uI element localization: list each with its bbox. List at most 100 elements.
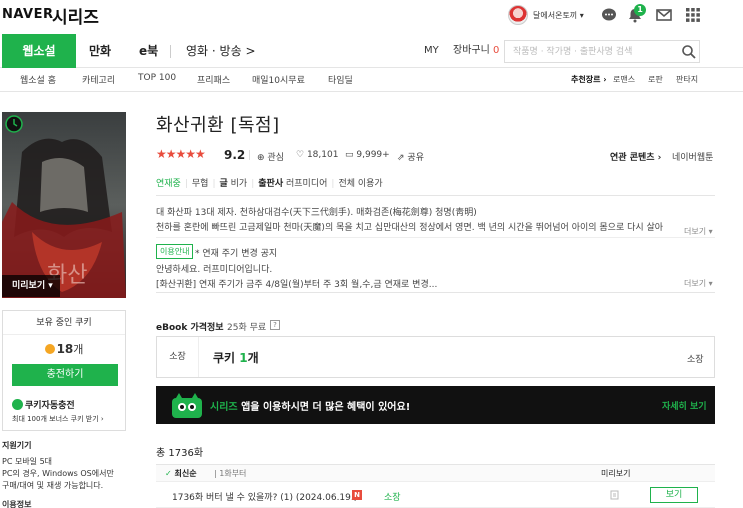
subnav-webnovel-home[interactable]: 웹소설 홈 [20,73,56,86]
avatar[interactable] [508,5,528,25]
share-button[interactable]: ⇗ 공유 [397,150,424,163]
app-promo-banner[interactable]: 시리즈 앱을 이용하시면 더 많은 혜택이 있어요! 자세히 보기 [156,386,715,424]
tab-movie-broadcast[interactable]: 영화 · 방송 > [186,34,256,68]
naver-logo[interactable]: NAVER [2,7,54,22]
notice-line-1: 안녕하세요. 러프미디어입니다. [156,265,273,275]
genre-fantasy[interactable]: 판타지 [676,74,698,85]
search-box [504,40,700,63]
device-line-3: 구매/대여 및 재생 가능합니다. [2,481,104,490]
rating-score: 9.2 [224,148,246,162]
page-title: 화산귀환 [독점] [156,115,280,136]
like-button[interactable]: ♡ 18,101 [296,150,338,160]
device-title: 지원기기 [2,441,32,450]
nav-divider [170,45,171,58]
cookie-amount: 18개 [3,341,125,357]
user-name[interactable]: 달에서온토끼 ▾ [533,10,584,21]
notice-more-link[interactable]: 더보기 ▾ [684,278,713,289]
divider [156,237,715,238]
usage-info-title: 이용정보 [2,500,32,508]
auto-charge-sub[interactable]: 최대 100개 보너스 쿠키 받기 › [12,414,104,424]
book-info-line: 연재중 | 무협 | 글 비가 | 출판사 러프미디어 | 전체 이용가 [156,179,383,189]
comment-icon: ▭ [345,150,354,160]
age-rating: 전체 이용가 [338,179,383,189]
device-line-1: PC 모바일 5대 [2,457,53,466]
mascot-icon [172,393,202,418]
recommended-genre-label: 추천장르 › [571,75,607,84]
charge-button[interactable]: 충전하기 [12,364,118,386]
heart-icon: ♡ [296,150,305,160]
related-content-label: 연관 콘텐츠 › [610,153,662,163]
auto-charge-link[interactable]: 쿠키자동충전 [12,398,75,411]
notice-tag: 이용안내 [156,244,194,259]
episode-total: 총 1736화 [156,448,204,459]
sub-nav: 웹소설 홈 카테고리 TOP 100 프리패스 매일10시무료 타임딜 추천장르… [0,68,743,92]
tab-webnovel[interactable]: 웹소설 [2,34,76,68]
subnav-timedeal[interactable]: 타임딜 [328,73,353,86]
banner-detail-link[interactable]: 자세히 보기 [662,399,707,412]
top-bar: NAVER 시리즈 달에서온토끼 ▾ 1 [0,0,743,34]
banner-text: 시리즈 앱을 이용하시면 더 많은 혜택이 있어요! [210,402,411,413]
plus-circle-icon: ⊕ [257,153,265,163]
mail-icon[interactable] [656,7,672,23]
subnav-category[interactable]: 카테고리 [82,73,115,86]
cart-count: 0 [493,45,500,56]
genre-romance[interactable]: 로맨스 [613,74,635,85]
genre-link[interactable]: 무협 [192,179,209,189]
share-icon: ⇗ [397,153,405,163]
synopsis-line-2: 천하를 혼란에 빠뜨린 고금제일마 천마(天魔)의 목을 치고 십만대산의 정상… [156,223,664,233]
view-button[interactable]: 보기 [650,487,698,503]
main-nav: 웹소설 만화 e북 영화 · 방송 > MY 장바구니 0 [0,34,743,68]
cookie-header: 보유 중인 쿠키 [3,311,125,335]
episode-list-header: ✓ 최신순 | 1화부터 미리보기 [156,464,715,482]
talk-icon[interactable] [601,7,617,23]
chevron-right-icon: > [245,44,256,58]
price-value: 쿠키 1개 [213,351,259,365]
divider [156,195,715,196]
subnav-freepass[interactable]: 프리패스 [197,73,230,86]
my-link[interactable]: MY [424,34,439,68]
publisher-link[interactable]: 러프미디어 [286,179,327,189]
book-cover[interactable]: 화산 [2,112,126,298]
search-icon[interactable] [681,44,697,60]
tab-ebook[interactable]: e북 [139,34,158,68]
synopsis-line-1: 대 화산파 13대 제자. 천하삼대검수(天下三代劍手). 매화검존(梅花劍尊)… [156,208,477,218]
ebook-free-count: 25화 무료 [227,323,267,333]
new-badge: N [352,490,362,500]
apps-grid-icon[interactable] [685,7,701,23]
genre-rofan[interactable]: 로판 [648,74,663,85]
list-item[interactable]: 1736화 버터 낼 수 있을까? (1) (2024.06.19.) N 소장… [156,482,715,508]
tab-comic[interactable]: 만화 [89,34,111,68]
preview-icon[interactable] [610,490,620,500]
synopsis-more-link[interactable]: 더보기 ▾ [684,226,713,237]
rating-stars: ★★★★★ [156,147,206,161]
help-icon[interactable]: ? [270,320,280,330]
notification-badge: 1 [634,4,646,16]
subnav-daily-free[interactable]: 매일10시무료 [252,73,305,86]
author-link[interactable]: 비가 [231,179,248,189]
price-own-label: 소장 [687,355,704,365]
price-label: 소장 [157,337,199,377]
divider [156,292,715,293]
preview-column-header: 미리보기 [601,469,631,478]
subnav-top100[interactable]: TOP 100 [138,73,176,83]
sort-from-first[interactable]: | 1화부터 [214,468,246,479]
notice-line-2: [화산귀환] 연재 주기가 금주 4/8일(월)부터 주 3회 월,수,금 연재… [156,280,438,290]
cart-link[interactable]: 장바구니 0 [453,34,499,68]
cookie-box: 보유 중인 쿠키 18개 충전하기 쿠키자동충전 최대 100개 보너스 쿠키 … [2,310,126,431]
ebook-price-title: eBook 가격정보 [156,323,224,333]
meta-divider [249,150,250,160]
interest-button[interactable]: ⊕ 관심 [257,150,284,163]
sort-latest[interactable]: ✓ 최신순 [165,468,197,479]
device-line-2: PC의 경우, Windows OS에서만 [2,469,114,478]
comment-button[interactable]: ▭ 9,999+ [345,150,390,160]
episode-own-label: 소장 [384,493,401,503]
cookie-icon [44,344,55,354]
series-logo[interactable]: 시리즈 [52,3,99,28]
search-input[interactable] [513,45,673,59]
auto-charge-icon [12,399,23,410]
price-box: 소장 쿠키 1개 소장 [156,336,715,378]
episode-title[interactable]: 1736화 버터 낼 수 있을까? (1) (2024.06.19.) [172,490,357,503]
related-content-link[interactable]: 네이버웹툰 [672,150,713,163]
preview-button[interactable]: 미리보기 ▾ [2,275,60,297]
notice-title: * 연재 주기 변경 공지 [195,249,278,259]
